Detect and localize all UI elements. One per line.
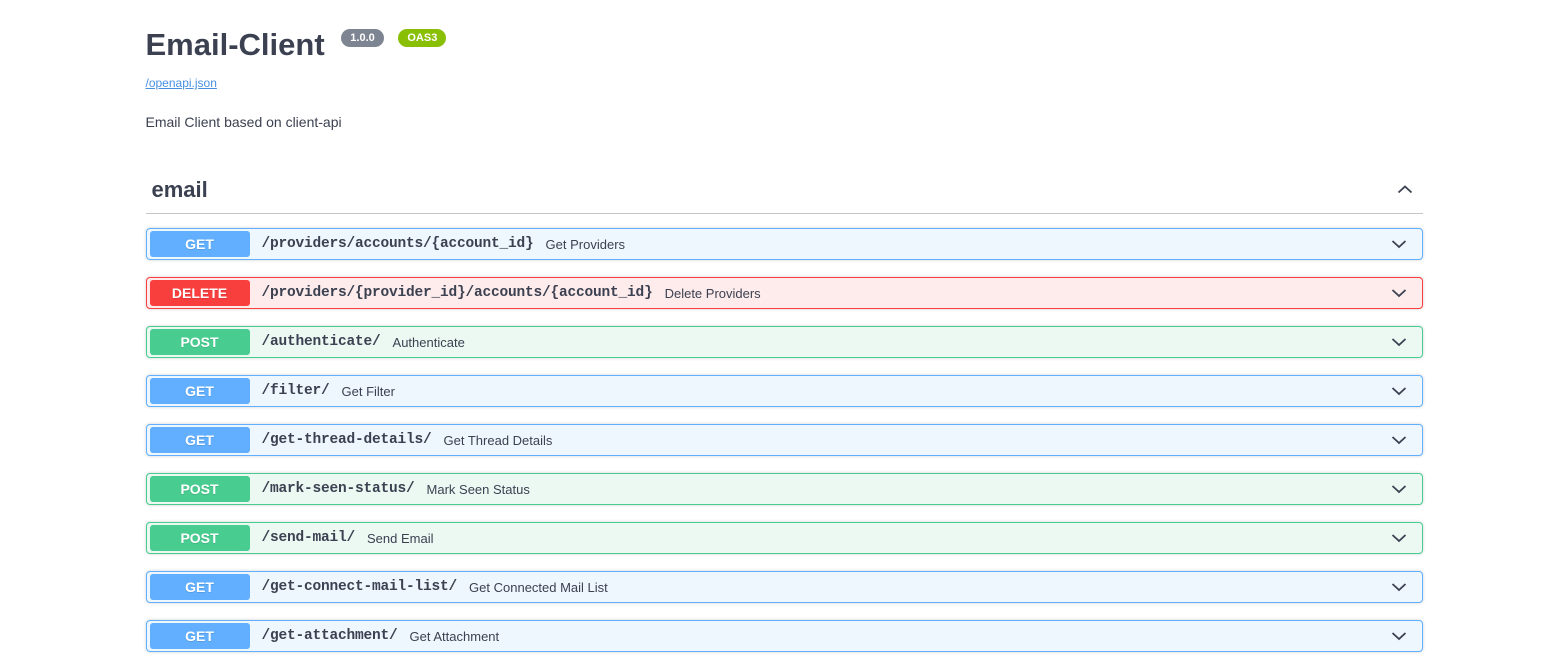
method-badge: DELETE	[149, 280, 250, 307]
method-badge: POST	[149, 329, 250, 356]
endpoint-row-get-connect-mail-list[interactable]: GET /get-connect-mail-list/ Get Connecte…	[145, 571, 1423, 604]
endpoint-row-get-thread-details[interactable]: GET /get-thread-details/ Get Thread Deta…	[145, 424, 1423, 457]
chevron-down-icon[interactable]	[1389, 528, 1419, 548]
api-description: Email Client based on client-api	[145, 114, 342, 131]
chevron-down-icon[interactable]	[1389, 332, 1419, 352]
chevron-down-icon[interactable]	[1389, 430, 1419, 450]
api-docs-page: Email-Client 1.0.0 OAS3 /openapi.json Em…	[145, 0, 1423, 653]
chevron-up-icon	[1395, 185, 1415, 203]
endpoint-summary: Delete Providers	[664, 285, 761, 301]
endpoint-path: /filter/	[261, 383, 330, 400]
endpoint-row-authenticate[interactable]: POST /authenticate/ Authenticate	[145, 326, 1423, 359]
endpoint-summary: Get Thread Details	[443, 432, 553, 448]
operations-list: GET /providers/accounts/{account_id} Get…	[145, 228, 1423, 653]
chevron-down-icon[interactable]	[1389, 283, 1419, 303]
endpoint-path: /get-connect-mail-list/	[261, 579, 458, 596]
chevron-down-icon[interactable]	[1389, 479, 1419, 499]
endpoint-path: /get-attachment/	[261, 628, 398, 645]
chevron-down-icon[interactable]	[1389, 626, 1419, 646]
endpoint-row-get-attachment[interactable]: GET /get-attachment/ Get Attachment	[145, 620, 1423, 653]
endpoint-row-send-mail[interactable]: POST /send-mail/ Send Email	[145, 522, 1423, 555]
endpoint-summary: Mark Seen Status	[426, 481, 530, 497]
collapse-section-button[interactable]	[1393, 178, 1417, 202]
endpoint-row-mark-seen-status[interactable]: POST /mark-seen-status/ Mark Seen Status	[145, 473, 1423, 506]
endpoint-summary: Get Connected Mail List	[469, 579, 608, 595]
oas3-badge: OAS3	[398, 29, 447, 48]
endpoint-path: /providers/accounts/{account_id}	[261, 236, 534, 253]
endpoint-summary: Authenticate	[392, 334, 465, 350]
endpoint-row-get-filter[interactable]: GET /filter/ Get Filter	[145, 375, 1423, 408]
endpoint-row-get-providers[interactable]: GET /providers/accounts/{account_id} Get…	[145, 228, 1423, 261]
tag-title: email	[151, 177, 208, 203]
endpoint-path: /authenticate/	[261, 334, 381, 351]
chevron-down-icon[interactable]	[1389, 577, 1419, 597]
endpoint-summary: Get Attachment	[409, 628, 500, 644]
endpoint-row-delete-providers[interactable]: DELETE /providers/{provider_id}/accounts…	[145, 277, 1423, 310]
method-badge: GET	[149, 623, 250, 650]
endpoint-path: /send-mail/	[261, 530, 356, 547]
tag-section-email: email GET /providers/accounts/{account_i…	[145, 177, 1423, 653]
endpoint-path: /mark-seen-status/	[261, 481, 415, 498]
endpoint-summary: Get Providers	[545, 236, 626, 252]
method-badge: GET	[149, 378, 250, 405]
version-badge: 1.0.0	[341, 29, 384, 48]
api-title-text: Email-Client	[145, 27, 325, 62]
endpoint-path: /providers/{provider_id}/accounts/{accou…	[261, 285, 653, 302]
chevron-down-icon[interactable]	[1389, 381, 1419, 401]
endpoint-summary: Send Email	[367, 530, 434, 546]
endpoint-path: /get-thread-details/	[261, 432, 432, 449]
page-title: Email-Client 1.0.0 OAS3	[145, 27, 1423, 62]
chevron-down-icon[interactable]	[1389, 234, 1419, 254]
method-badge: POST	[149, 476, 250, 503]
tag-header-email[interactable]: email	[145, 177, 1423, 215]
method-badge: POST	[149, 525, 250, 552]
info-section: Email-Client 1.0.0 OAS3 /openapi.json Em…	[145, 27, 1423, 131]
endpoint-summary: Get Filter	[341, 383, 395, 399]
method-badge: GET	[149, 427, 250, 454]
method-badge: GET	[149, 574, 250, 601]
openapi-spec-link[interactable]: /openapi.json	[146, 76, 217, 90]
method-badge: GET	[149, 231, 250, 258]
